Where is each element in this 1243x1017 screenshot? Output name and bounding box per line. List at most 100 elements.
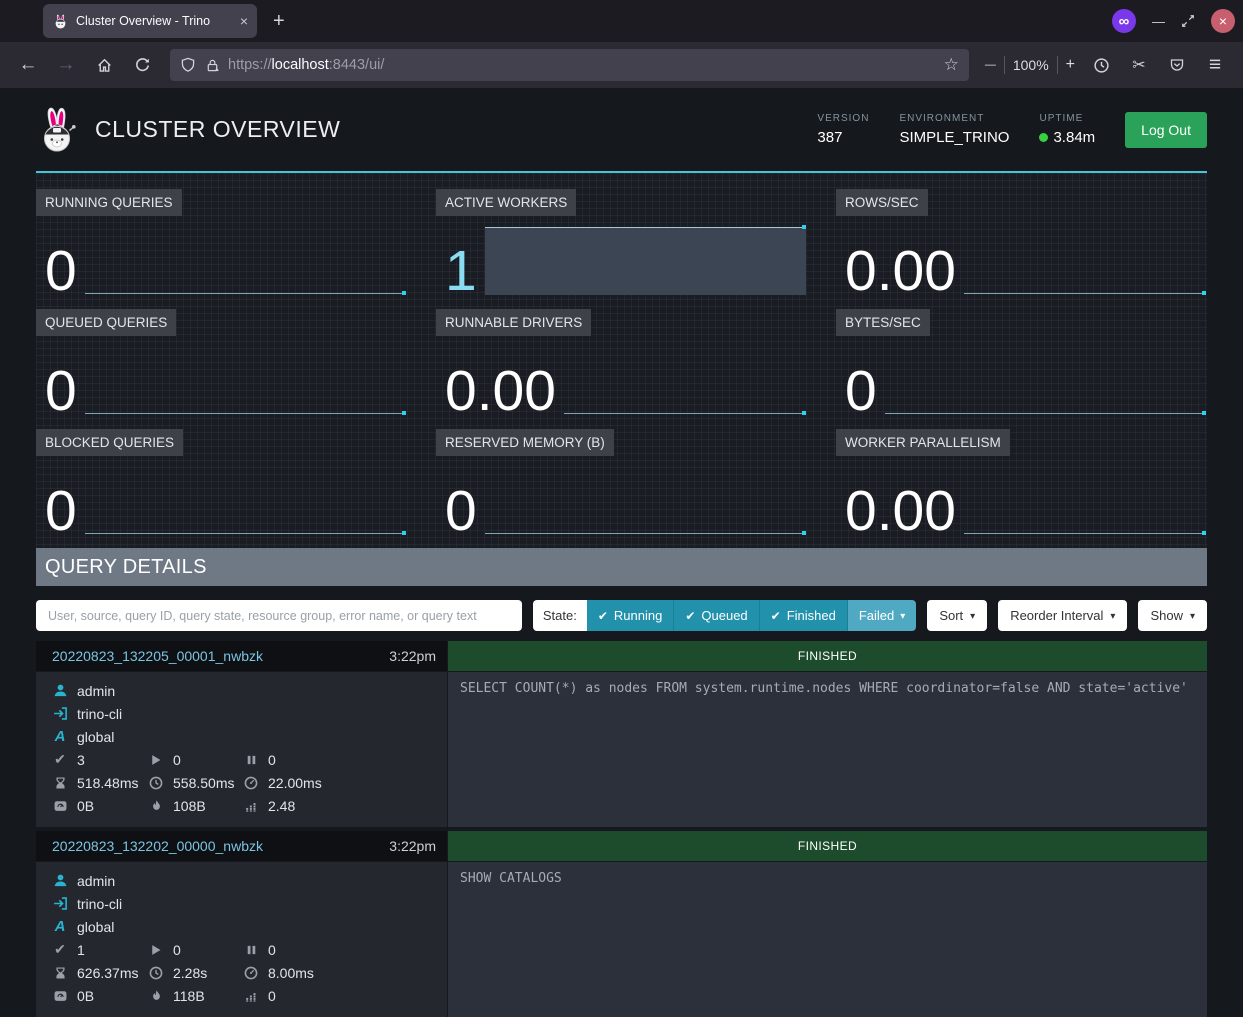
connection-lock-icon[interactable] (205, 58, 220, 73)
filter-failed-dropdown[interactable]: Failed ▾ (847, 600, 916, 631)
completed-splits: 1 (77, 942, 85, 958)
logout-button[interactable]: Log Out (1125, 112, 1207, 148)
divider (1004, 56, 1005, 74)
cumulative-memory-icon (243, 989, 259, 1002)
tracking-shield-icon[interactable] (180, 57, 196, 73)
stat-card-reserved-memory: RESERVED MEMORY (B) 0 (436, 429, 807, 537)
query-sql-preview[interactable]: SHOW CATALOGS (448, 862, 1207, 1017)
app-header: CLUSTER OVERVIEW VERSION 387 ENVIRONMENT… (36, 88, 1207, 173)
cpu-time-icon (243, 776, 259, 790)
tab-close-icon[interactable]: × (240, 13, 248, 29)
query-row: 20220823_132205_00001_nwbzk 3:22pm FINIS… (36, 641, 1207, 827)
chevron-down-icon: ▾ (970, 611, 975, 622)
show-dropdown[interactable]: Show ▾ (1138, 600, 1207, 631)
reorder-interval-dropdown[interactable]: Reorder Interval ▾ (998, 600, 1127, 631)
elapsed-time: 2.28s (173, 965, 207, 981)
check-icon: ✔ (685, 609, 695, 623)
filter-running-button[interactable]: ✔ Running (587, 600, 674, 631)
window-restore-button[interactable] (1181, 14, 1195, 28)
cumulative-memory: 2.48 (268, 798, 295, 814)
completed-splits: 3 (77, 752, 85, 768)
stat-label: RUNNING QUERIES (36, 189, 182, 216)
query-row: 20220823_132202_00000_nwbzk 3:22pm FINIS… (36, 831, 1207, 1017)
query-id-bar: 20220823_132202_00000_nwbzk 3:22pm (36, 831, 447, 861)
tab-title: Cluster Overview - Trino (76, 14, 232, 28)
user-icon (52, 873, 68, 888)
stat-value: 0 (836, 365, 877, 417)
stat-value: 0 (36, 245, 77, 297)
running-splits: 0 (173, 752, 181, 768)
query-sql-preview[interactable]: SELECT COUNT(*) as nodes FROM system.run… (448, 672, 1207, 827)
elapsed-time-icon (148, 966, 164, 980)
zoom-in-button[interactable]: + (1066, 56, 1075, 74)
cpu-time-icon (243, 966, 259, 980)
url-text[interactable]: https://localhost:8443/ui/ (228, 57, 944, 73)
pocket-button[interactable] (1161, 49, 1193, 81)
history-button[interactable] (1085, 49, 1117, 81)
zoom-level[interactable]: 100% (1013, 57, 1049, 73)
trino-favicon-icon (52, 14, 68, 29)
stat-label: RUNNABLE DRIVERS (436, 309, 591, 336)
peak-memory-icon (148, 799, 164, 813)
stat-value: 0.00 (836, 245, 956, 297)
trino-logo (36, 106, 80, 154)
zoom-out-button[interactable]: — (985, 59, 996, 71)
peak-memory: 118B (173, 988, 205, 1004)
back-button[interactable]: ← (12, 49, 44, 81)
url-bar[interactable]: https://localhost:8443/ui/ ☆ (170, 49, 969, 81)
chevron-down-icon: ▾ (1190, 611, 1195, 622)
window-close-button[interactable]: × (1211, 9, 1235, 33)
chevron-down-icon: ▾ (1110, 611, 1115, 622)
current-memory: 0B (77, 988, 94, 1004)
sparkline-chart (964, 189, 1207, 297)
resource-group-icon: A (52, 918, 68, 935)
environment-meta: ENVIRONMENT SIMPLE_TRINO (899, 113, 1009, 146)
trino-cluster-overview-page: CLUSTER OVERVIEW VERSION 387 ENVIRONMENT… (0, 88, 1243, 1013)
stat-label: BLOCKED QUERIES (36, 429, 183, 456)
browser-tab[interactable]: Cluster Overview - Trino × (43, 4, 257, 38)
home-button[interactable] (88, 49, 120, 81)
queued-time: 626.37ms (77, 965, 138, 981)
screenshot-button[interactable]: ✂ (1123, 49, 1155, 81)
queued-time: 518.48ms (77, 775, 138, 791)
sort-dropdown[interactable]: Sort ▾ (927, 600, 987, 631)
stat-card-queued-queries: QUEUED QUERIES 0 (36, 309, 407, 417)
query-id-link[interactable]: 20220823_132205_00001_nwbzk (52, 648, 263, 664)
reload-button[interactable] (126, 49, 158, 81)
query-user: admin (77, 873, 115, 889)
uptime-value: 3.84m (1053, 129, 1095, 146)
running-splits-icon (148, 944, 164, 956)
stat-card-rows-sec: ROWS/SEC 0.00 (836, 189, 1207, 297)
uptime-status-dot (1039, 133, 1048, 142)
elapsed-time-icon (148, 776, 164, 790)
query-search-input[interactable] (36, 600, 522, 631)
stat-card-bytes-sec: BYTES/SEC 0 (836, 309, 1207, 417)
browser-navbar: ← → https://localhost:8443/ui/ ☆ — 100% … (0, 42, 1243, 88)
uptime-label: UPTIME (1039, 113, 1095, 124)
sign-in-icon (52, 896, 68, 911)
running-splits-icon (148, 754, 164, 766)
filter-finished-button[interactable]: ✔ Finished (759, 600, 847, 631)
peak-memory: 108B (173, 798, 206, 814)
queued-splits-icon (243, 754, 259, 766)
divider (1057, 56, 1058, 74)
stat-card-active-workers: ACTIVE WORKERS 1 (436, 189, 807, 297)
window-minimize-button[interactable]: — (1152, 14, 1165, 29)
environment-label: ENVIRONMENT (899, 113, 1009, 124)
stat-value: 1 (436, 245, 477, 297)
queued-splits: 0 (268, 752, 276, 768)
stat-card-worker-parallelism: WORKER PARALLELISM 0.00 (836, 429, 1207, 537)
query-list: 20220823_132205_00001_nwbzk 3:22pm FINIS… (36, 641, 1207, 1017)
filter-queued-button[interactable]: ✔ Queued (673, 600, 758, 631)
cumulative-memory-icon (243, 799, 259, 812)
stat-card-runnable-drivers: RUNNABLE DRIVERS 0.00 (436, 309, 807, 417)
query-id-bar: 20220823_132205_00001_nwbzk 3:22pm (36, 641, 447, 671)
stat-value: 0 (436, 485, 477, 537)
sparkline-chart (564, 309, 807, 417)
bookmark-star-icon[interactable]: ☆ (944, 55, 959, 75)
stat-label: ROWS/SEC (836, 189, 928, 216)
new-tab-button[interactable]: + (273, 10, 285, 33)
query-id-link[interactable]: 20220823_132202_00000_nwbzk (52, 838, 263, 854)
query-filter-toolbar: State: ✔ Running ✔ Queued ✔ Finished Fai… (36, 600, 1207, 631)
menu-button[interactable]: ≡ (1199, 49, 1231, 81)
